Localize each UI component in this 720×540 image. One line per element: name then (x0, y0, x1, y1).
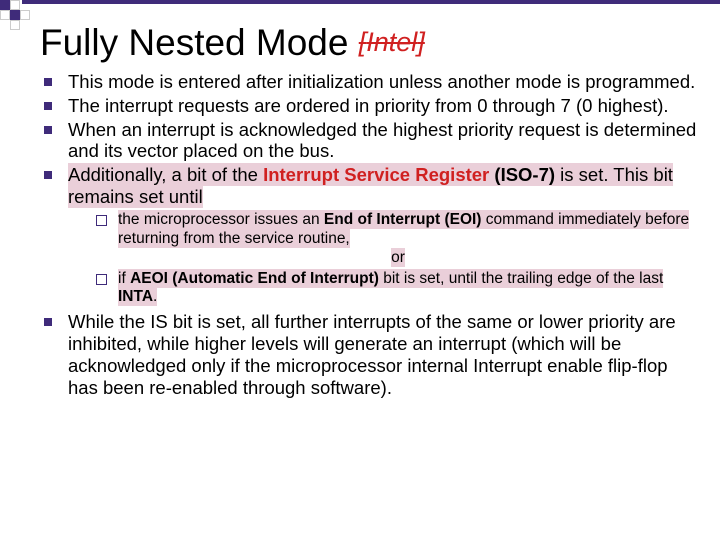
aeoi-term: AEOI (130, 270, 168, 287)
bullet-list: This mode is entered after initializatio… (44, 71, 698, 399)
inta-term: INTA (118, 288, 153, 305)
text: if (118, 270, 130, 287)
title-suffix-text: Intel (366, 27, 417, 57)
or-text: or (391, 248, 405, 267)
slide-content: This mode is entered after initializatio… (44, 71, 698, 399)
bullet-item: The interrupt requests are ordered in pr… (44, 95, 698, 117)
text: the microprocessor issues an (118, 211, 324, 228)
text: . (153, 288, 157, 305)
sub-item: the microprocessor issues an End of Inte… (96, 211, 698, 268)
title-suffix: [Intel] (359, 27, 425, 57)
iso-term: (ISO-7) (489, 164, 555, 185)
eoi-abbrev: (EOI) (440, 211, 481, 228)
slide-title: Fully Nested Mode [Intel] (40, 24, 698, 63)
bullet-text: When an interrupt is acknowledged the hi… (68, 119, 696, 162)
isr-term: Interrupt Service Register (263, 164, 489, 185)
bullet-item: While the IS bit is set, all further int… (44, 311, 698, 398)
bracket-close: ] (417, 27, 425, 57)
slide: Fully Nested Mode [Intel] This mode is e… (0, 0, 720, 540)
title-main: Fully Nested Mode (40, 22, 359, 63)
text: bit is set, until the trailing edge of t… (379, 270, 663, 287)
highlight-span: if AEOI (Automatic End of Interrupt) bit… (118, 269, 663, 307)
bullet-item: Additionally, a bit of the Interrupt Ser… (44, 164, 698, 307)
sub-item: if AEOI (Automatic End of Interrupt) bit… (96, 270, 698, 308)
highlight-span: Additionally, a bit of the Interrupt Ser… (68, 163, 673, 208)
highlight-span: the microprocessor issues an End of Inte… (118, 210, 689, 248)
eoi-term: End of Interrupt (324, 211, 440, 228)
bullet-text: The interrupt requests are ordered in pr… (68, 95, 669, 116)
bullet-text: While the IS bit is set, all further int… (68, 311, 676, 397)
bullet-item: This mode is entered after initializatio… (44, 71, 698, 93)
sub-list: the microprocessor issues an End of Inte… (96, 211, 698, 308)
text: Additionally, a bit of the (68, 164, 263, 185)
bullet-item: When an interrupt is acknowledged the hi… (44, 119, 698, 163)
bullet-text: This mode is entered after initializatio… (68, 71, 695, 92)
aeoi-full: (Automatic End of Interrupt) (168, 270, 379, 287)
